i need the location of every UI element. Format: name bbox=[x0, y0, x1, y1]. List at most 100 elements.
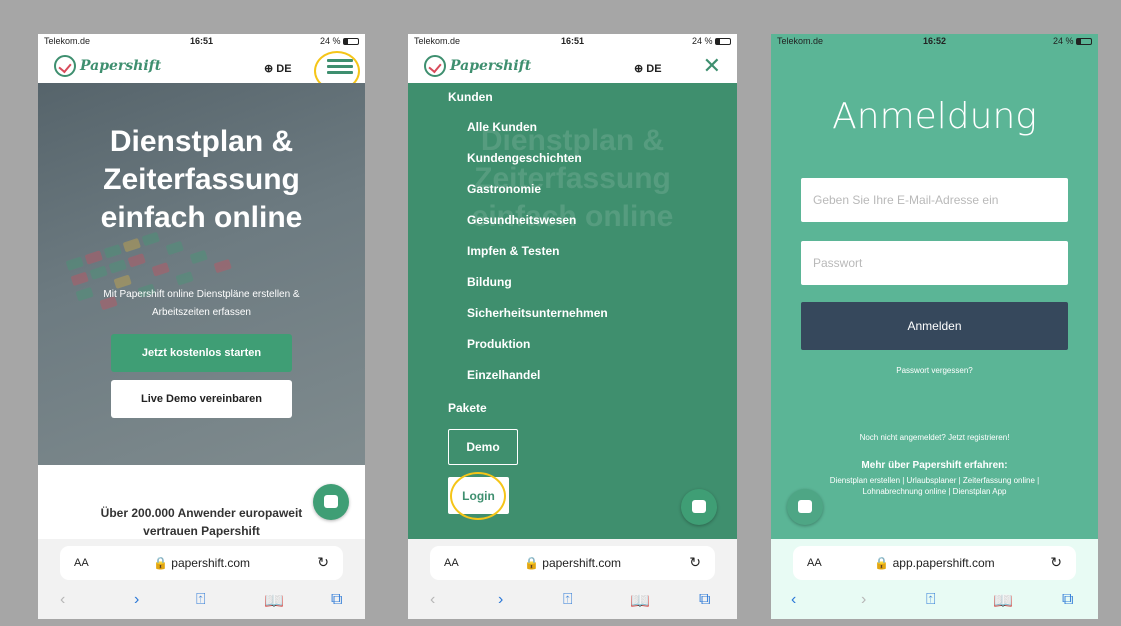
phone-screen-home: Telekom.de 16:51 24 % Papershift ⊕ DE Di… bbox=[38, 34, 365, 619]
forward-icon[interactable]: › bbox=[134, 591, 139, 609]
language-selector[interactable]: ⊕ DE bbox=[264, 62, 292, 75]
bookmarks-icon[interactable]: 📖 bbox=[993, 591, 1013, 611]
start-free-button[interactable]: Jetzt kostenlos starten bbox=[111, 334, 292, 372]
highlight-circle bbox=[450, 472, 506, 520]
url-text: 🔒 papershift.com bbox=[153, 556, 250, 570]
papershift-logo[interactable]: Papershift bbox=[54, 54, 161, 78]
url-field[interactable]: AA 🔒 papershift.com ↻ bbox=[430, 546, 715, 580]
menu-item[interactable]: Bildung bbox=[467, 275, 608, 306]
menu-item[interactable]: Kundengeschichten bbox=[467, 151, 608, 182]
back-icon[interactable]: ‹ bbox=[430, 591, 435, 609]
logo-text: Papershift bbox=[80, 58, 162, 74]
language-selector[interactable]: ⊕ DE bbox=[634, 62, 662, 75]
language-label: DE bbox=[646, 63, 662, 75]
close-menu-icon[interactable]: ✕ bbox=[703, 55, 721, 77]
trust-heading-line-2: vertrauen Papershift bbox=[143, 524, 260, 538]
back-icon[interactable]: ‹ bbox=[791, 591, 796, 609]
browser-toolbar: ‹ › ⍐ 📖 ⧉ bbox=[38, 584, 365, 619]
battery-indicator: 24 % bbox=[692, 36, 731, 46]
menu-item[interactable]: Einzelhandel bbox=[467, 368, 608, 399]
tabs-icon[interactable]: ⧉ bbox=[331, 591, 342, 609]
browser-address-bar: AA 🔒 papershift.com ↻ bbox=[408, 539, 737, 584]
clock: 16:51 bbox=[560, 36, 585, 46]
hero-title-line-3: einfach online bbox=[100, 201, 303, 234]
demo-button[interactable]: Demo bbox=[448, 429, 518, 465]
battery-indicator: 24 % bbox=[320, 36, 359, 46]
language-label: DE bbox=[276, 63, 292, 75]
site-header: Papershift ⊕ DE ✕ bbox=[408, 49, 737, 83]
url-text: 🔒 papershift.com bbox=[524, 556, 621, 570]
battery-label: 24 % bbox=[319, 36, 341, 46]
url-field[interactable]: AA 🔒 app.papershift.com ↻ bbox=[793, 546, 1076, 580]
chat-icon[interactable] bbox=[681, 489, 717, 525]
clock: 16:51 bbox=[189, 36, 214, 46]
login-submit-button[interactable]: Anmelden bbox=[801, 302, 1068, 350]
battery-icon bbox=[715, 38, 731, 46]
status-bar: Telekom.de 16:51 24 % bbox=[408, 34, 737, 49]
phone-screen-login: Telekom.de 16:52 24 % Anmeldung Geben Si… bbox=[771, 34, 1098, 619]
url-field[interactable]: AA 🔒 papershift.com ↻ bbox=[60, 546, 343, 580]
footer-links-line-2[interactable]: Lohnabrechnung online | Dienstplan App bbox=[863, 487, 1007, 496]
trust-heading-line-1: Über 200.000 Anwender europaweit bbox=[100, 506, 303, 520]
menu-item[interactable]: Sicherheitsunternehmen bbox=[467, 306, 608, 337]
status-bar: Telekom.de 16:52 24 % bbox=[771, 34, 1098, 49]
menu-section-pakete[interactable]: Pakete bbox=[448, 401, 487, 415]
menu-item[interactable]: Alle Kunden bbox=[467, 120, 608, 151]
hero-title: Dienstplan & Zeiterfassung einfach online bbox=[38, 123, 365, 237]
reload-icon[interactable]: ↻ bbox=[689, 554, 701, 571]
browser-address-bar: AA 🔒 papershift.com ↻ bbox=[38, 539, 365, 584]
menu-section-kunden[interactable]: Kunden bbox=[448, 90, 493, 104]
share-icon[interactable]: ⍐ bbox=[196, 591, 206, 609]
hero-subtitle-line-1: Mit Papershift online Dienstpläne erstel… bbox=[103, 289, 300, 300]
reload-icon[interactable]: ↻ bbox=[1050, 554, 1062, 571]
back-icon[interactable]: ‹ bbox=[60, 591, 65, 609]
menu-item[interactable]: Produktion bbox=[467, 337, 608, 368]
papershift-logo[interactable]: Papershift bbox=[424, 54, 531, 78]
battery-label: 24 % bbox=[1052, 36, 1074, 46]
url-label: papershift.com bbox=[542, 556, 621, 570]
browser-address-bar: AA 🔒 app.papershift.com ↻ bbox=[771, 539, 1098, 584]
live-demo-button[interactable]: Live Demo vereinbaren bbox=[111, 380, 292, 418]
forward-icon[interactable]: › bbox=[498, 591, 503, 609]
battery-label: 24 % bbox=[691, 36, 713, 46]
logo-text: Papershift bbox=[450, 58, 532, 74]
email-field[interactable]: Geben Sie Ihre E-Mail-Adresse ein bbox=[801, 178, 1068, 222]
url-label: app.papershift.com bbox=[892, 556, 995, 570]
url-label: papershift.com bbox=[171, 556, 250, 570]
hero-title-line-1: Dienstplan & bbox=[109, 125, 294, 158]
forward-icon[interactable]: › bbox=[861, 591, 866, 609]
status-bar: Telekom.de 16:51 24 % bbox=[38, 34, 365, 49]
hero-title-line-2: Zeiterfassung bbox=[103, 163, 300, 196]
battery-indicator: 24 % bbox=[1053, 36, 1092, 46]
site-header: Papershift ⊕ DE bbox=[38, 49, 365, 91]
menu-item[interactable]: Gesundheitswesen bbox=[467, 213, 608, 244]
forgot-password-link[interactable]: Passwort vergessen? bbox=[771, 366, 1098, 375]
bookmarks-icon[interactable]: 📖 bbox=[264, 591, 284, 611]
password-field[interactable]: Passwort bbox=[801, 241, 1068, 285]
phone-screen-menu: Telekom.de 16:51 24 % Papershift ⊕ DE ✕ … bbox=[408, 34, 737, 619]
menu-item[interactable]: Gastronomie bbox=[467, 182, 608, 213]
share-icon[interactable]: ⍐ bbox=[563, 591, 573, 609]
url-text: 🔒 app.papershift.com bbox=[874, 556, 995, 570]
logo-icon bbox=[54, 55, 76, 77]
more-info-heading: Mehr über Papershift erfahren: bbox=[861, 460, 1008, 471]
page-title: Anmeldung bbox=[832, 96, 1037, 137]
battery-icon bbox=[343, 38, 359, 46]
share-icon[interactable]: ⍐ bbox=[926, 591, 936, 609]
footer-links[interactable]: Dienstplan erstellen | Urlaubsplaner | Z… bbox=[791, 475, 1078, 497]
footer-links-line-1[interactable]: Dienstplan erstellen | Urlaubsplaner | Z… bbox=[830, 476, 1039, 485]
chat-icon[interactable] bbox=[313, 484, 349, 520]
tabs-icon[interactable]: ⧉ bbox=[699, 591, 710, 609]
tabs-icon[interactable]: ⧉ bbox=[1062, 591, 1073, 609]
hero-subtitle-line-2: Arbeitszeiten erfassen bbox=[152, 307, 251, 318]
menu-item[interactable]: Impfen & Testen bbox=[467, 244, 608, 275]
hero-section: Dienstplan & Zeiterfassung einfach online … bbox=[38, 83, 365, 465]
logo-icon bbox=[424, 55, 446, 77]
chat-icon[interactable] bbox=[787, 489, 823, 525]
bookmarks-icon[interactable]: 📖 bbox=[630, 591, 650, 611]
hero-subtitle: Mit Papershift online Dienstpläne erstel… bbox=[58, 286, 345, 322]
reload-icon[interactable]: ↻ bbox=[317, 554, 329, 571]
clock: 16:52 bbox=[922, 36, 947, 46]
browser-toolbar: ‹ › ⍐ 📖 ⧉ bbox=[408, 584, 737, 619]
register-link[interactable]: Noch nicht angemeldet? Jetzt registriere… bbox=[771, 433, 1098, 442]
